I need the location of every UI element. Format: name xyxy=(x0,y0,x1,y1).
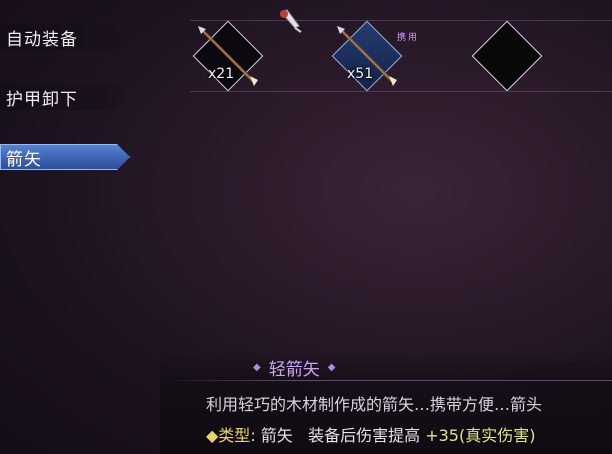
gem-icon: ◆ xyxy=(327,362,336,373)
type-separator: : xyxy=(250,426,256,445)
equipped-tag: 携用 xyxy=(397,33,420,43)
type-label: ◆类型 xyxy=(206,426,251,445)
item-count: x21 xyxy=(208,66,235,82)
slot-frame xyxy=(471,20,543,92)
menu-item-auto-equip[interactable]: 自动装备 xyxy=(0,24,128,50)
inventory-slot-3[interactable] xyxy=(471,20,543,92)
quill-icon xyxy=(277,6,305,38)
menu-item-unequip-armor[interactable]: 护甲卸下 xyxy=(0,84,128,110)
menu-item-arrows[interactable]: 箭矢 xyxy=(0,144,130,170)
item-count: x51 xyxy=(347,66,374,82)
menu-item-label: 箭矢 xyxy=(6,149,42,170)
item-description: 利用轻巧的木材制作成的箭矢…携带方便…箭头 xyxy=(206,395,543,414)
menu-item-label: 自动装备 xyxy=(6,29,78,50)
item-name: 轻箭矢 xyxy=(268,360,320,380)
inventory-slot-2[interactable]: x51 xyxy=(331,20,403,92)
effect-text: 装备后伤害提高 xyxy=(308,426,421,445)
gem-icon: ◆ xyxy=(253,362,261,373)
item-title: ◆ 轻箭矢 ◆ xyxy=(253,355,335,380)
type-value: 箭矢 xyxy=(260,426,293,445)
menu-item-label: 护甲卸下 xyxy=(6,89,78,110)
item-stats: ◆类型: 箭矢 装备后伤害提高 +35(真实伤害) xyxy=(206,422,535,446)
effect-value: +35(真实伤害) xyxy=(425,426,536,445)
inventory-slot-1[interactable]: x21 xyxy=(192,20,264,92)
title-divider xyxy=(160,380,612,381)
